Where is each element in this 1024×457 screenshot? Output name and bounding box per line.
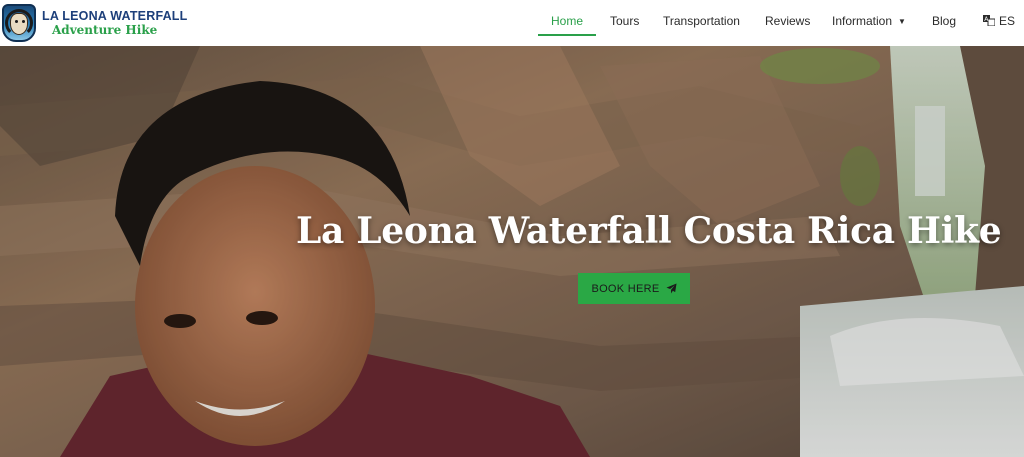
language-switcher[interactable]: A ES [983, 14, 1015, 28]
nav-active-underline [538, 34, 596, 36]
hero-title: La Leona Waterfall Costa Rica Hike [296, 210, 1002, 252]
nav-blog[interactable]: Blog [932, 14, 956, 28]
translate-icon: A [983, 15, 995, 26]
nav-information[interactable]: Information ▼ [832, 14, 906, 28]
nav-transportation[interactable]: Transportation [663, 14, 740, 28]
site-header: LA LEONA WATERFALL Adventure Hike Home T… [0, 0, 1024, 46]
book-here-label: BOOK HERE [591, 282, 660, 295]
book-here-button[interactable]: BOOK HERE [578, 273, 690, 304]
hero-section: La Leona Waterfall Costa Rica Hike BOOK … [0, 46, 1024, 457]
caret-down-icon: ▼ [898, 17, 906, 26]
nav-tours[interactable]: Tours [610, 14, 639, 28]
main-nav: Home Tours Transportation Reviews Inform… [0, 0, 1024, 46]
language-label: ES [999, 14, 1016, 28]
nav-home[interactable]: Home [551, 14, 583, 28]
paper-plane-icon [666, 283, 677, 294]
nav-reviews[interactable]: Reviews [765, 14, 810, 28]
nav-information-label: Information [832, 14, 893, 28]
